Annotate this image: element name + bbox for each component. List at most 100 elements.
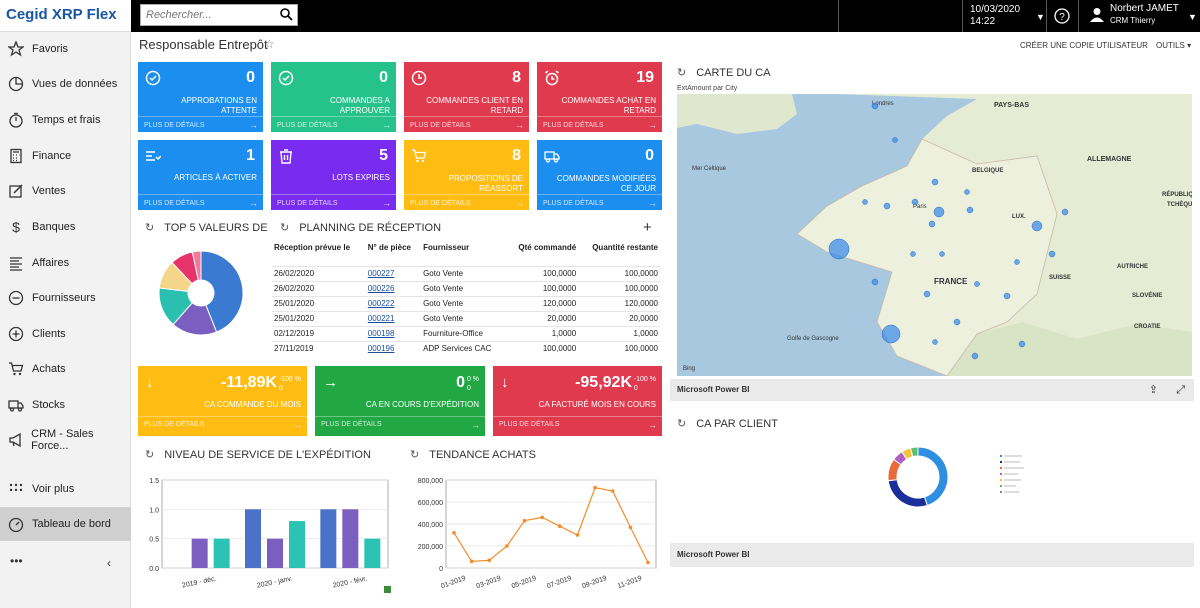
arrow-right-icon[interactable]: → — [249, 120, 258, 130]
sidebar-item-vues-de-donnees[interactable]: Vues de données — [0, 67, 131, 101]
data-point[interactable] — [646, 560, 650, 565]
help-icon[interactable]: ? — [1054, 8, 1070, 24]
bar[interactable] — [364, 538, 381, 568]
map-bubble[interactable] — [1061, 208, 1069, 216]
map-bubble[interactable] — [1048, 250, 1056, 258]
kpi-tile[interactable]: 0 COMMANDES MODIFIÉES CE JOUR PLUS DE DÉTAI… — [537, 140, 662, 210]
col-header-fournisseur[interactable]: Fournisseur — [421, 242, 506, 266]
map-bubble[interactable] — [828, 238, 850, 260]
ca-map[interactable]: PAYS-BAS ALLEMAGNE BELGIQUE LUX. FRANCE SUISS… — [677, 94, 1192, 376]
bar[interactable] — [320, 509, 337, 568]
map-bubble[interactable] — [871, 278, 879, 286]
table-row[interactable]: 27/11/2019 000196 ADP Services CAC 100,0000… — [272, 340, 660, 356]
more-details-link[interactable]: PLUS DE DÉTAILS — [543, 200, 604, 207]
kpi-tile[interactable]: 5 LOTS EXPIRES PLUS DE DÉTAILS → — [271, 140, 396, 210]
col-header-restante[interactable]: Quantité restante — [578, 242, 660, 266]
expand-icon[interactable]: ⤢ — [1176, 379, 1185, 401]
sidebar-item-achats[interactable]: Achats — [0, 352, 131, 386]
sidebar-item-temps-et-frais[interactable]: Temps et frais — [0, 103, 131, 137]
map-bubble[interactable] — [931, 178, 939, 186]
kpi-tile[interactable]: 8 COMMANDES CLIENT EN RETARD PLUS DE DÉTAIL… — [404, 62, 529, 132]
kpi-tile[interactable]: 0 COMMANDES A APPROUVER PLUS DE DÉTAILS → — [271, 62, 396, 132]
kpi-tile[interactable]: 0 APPROBATIONS EN ATTENTE PLUS DE DÉTAILS → — [138, 62, 263, 132]
more-details-link[interactable]: PLUS DE DÉTAILS — [144, 122, 205, 129]
app-logo[interactable]: Cegid XRP Flex — [0, 0, 131, 32]
map-bubble[interactable] — [964, 189, 970, 195]
map-bubble[interactable] — [939, 251, 945, 257]
data-point[interactable] — [593, 485, 597, 490]
add-icon[interactable]: + — [643, 219, 652, 236]
chevron-down-icon[interactable]: ▼ — [1036, 12, 1045, 22]
arrow-right-icon[interactable]: → — [382, 198, 391, 208]
sidebar-item-crm-sales-force[interactable]: CRM - Sales Force... — [0, 423, 131, 457]
data-point[interactable] — [575, 533, 580, 537]
map-bubble[interactable] — [910, 251, 916, 257]
kpi-tile[interactable]: 19 COMMANDES ACHAT EN RETARD PLUS DE DÉTAIL… — [537, 62, 662, 132]
col-header-reception[interactable]: Réception prévue le — [272, 242, 366, 266]
data-point[interactable] — [469, 559, 474, 564]
arrow-right-icon[interactable]: → — [471, 420, 480, 430]
map-bubble[interactable] — [871, 102, 879, 110]
refresh-icon[interactable]: ↻ — [677, 417, 686, 430]
data-point[interactable] — [452, 531, 456, 535]
sidebar-item-voir-plus[interactable]: Voir plus — [0, 472, 131, 506]
table-row[interactable]: 25/01/2020 000221 Goto Vente 20,0000 20,0000 — [272, 310, 660, 326]
piece-link[interactable]: 000226 — [368, 284, 395, 293]
refresh-icon[interactable]: ↻ — [145, 221, 154, 234]
arrow-right-icon[interactable]: → — [293, 420, 302, 430]
data-point[interactable] — [522, 518, 527, 523]
sidebar-item-tableau-de-bord[interactable]: Tableau de bord — [0, 507, 131, 541]
data-point[interactable] — [610, 489, 615, 493]
bar[interactable] — [267, 538, 283, 568]
map-bubble[interactable] — [1031, 220, 1043, 232]
map-bubble[interactable] — [1003, 292, 1011, 300]
chevron-down-icon[interactable]: ▼ — [1188, 12, 1197, 22]
data-point[interactable] — [540, 515, 544, 520]
chart-export-icon[interactable] — [384, 586, 391, 593]
arrow-right-icon[interactable]: → — [648, 420, 657, 430]
more-details-link[interactable]: PLUS DE DÉTAILS — [144, 421, 205, 428]
more-details-link[interactable]: PLUS DE DÉTAILS — [277, 200, 338, 207]
kpi-amount-tile[interactable]: ↓ -11,89K -100 % 0 CA COMMANDE DU MOIS PLUS D… — [138, 366, 307, 436]
arrow-right-icon[interactable]: → — [249, 198, 258, 208]
refresh-icon[interactable]: ↻ — [145, 448, 154, 461]
create-user-copy-button[interactable]: CRÉER UNE COPIE UTILISATEUR — [1020, 41, 1148, 50]
map-bubble[interactable] — [933, 206, 945, 218]
piece-link[interactable]: 000221 — [368, 314, 395, 323]
table-row[interactable]: 02/12/2019 000198 Fourniture-Office 1,0000 1… — [272, 325, 660, 341]
refresh-icon[interactable]: ↻ — [410, 448, 419, 461]
map-bubble[interactable] — [1014, 259, 1020, 265]
bar[interactable] — [245, 509, 261, 568]
favorite-star-icon[interactable]: ☆ — [264, 37, 275, 51]
kpi-tile[interactable]: 8 PROPOSITIONS DE RÉASSORT PLUS DE DÉTAILS → — [404, 140, 529, 210]
map-bubble[interactable] — [1018, 340, 1026, 348]
table-row[interactable]: 26/02/2020 000227 Goto Vente 100,0000 100,00… — [272, 265, 660, 281]
more-details-link[interactable]: PLUS DE DÉTAILS — [410, 122, 471, 129]
piece-link[interactable]: 000227 — [368, 269, 395, 278]
arrow-right-icon[interactable]: → — [515, 198, 524, 208]
more-details-link[interactable]: PLUS DE DÉTAILS — [277, 122, 338, 129]
map-bubble[interactable] — [966, 206, 974, 214]
sidebar-item-favoris[interactable]: Favoris — [0, 32, 131, 66]
bar[interactable] — [342, 509, 359, 568]
map-bubble[interactable] — [928, 220, 936, 228]
more-details-link[interactable]: PLUS DE DÉTAILS — [321, 421, 382, 428]
sidebar-item-affaires[interactable]: Affaires — [0, 246, 131, 280]
kpi-tile[interactable]: 1 ARTICLES À ACTIVER PLUS DE DÉTAILS → — [138, 140, 263, 210]
kpi-amount-tile[interactable]: → 0 0 % 0 CA EN COURS D'EXPÉDITION PLUS DE DÉ… — [315, 366, 485, 436]
sidebar-item-finance[interactable]: Finance — [0, 139, 131, 173]
sidebar-item-fournisseurs[interactable]: Fournisseurs — [0, 281, 131, 315]
search-icon[interactable] — [280, 8, 293, 21]
refresh-icon[interactable]: ↻ — [677, 66, 686, 79]
user-icon[interactable] — [1090, 7, 1104, 23]
arrow-right-icon[interactable]: → — [382, 120, 391, 130]
sidebar-item-stocks[interactable]: Stocks — [0, 388, 131, 422]
map-bubble[interactable] — [932, 339, 938, 345]
data-point[interactable] — [487, 558, 492, 563]
bar[interactable] — [213, 538, 230, 568]
search-input[interactable] — [141, 5, 271, 25]
map-bubble[interactable] — [923, 290, 931, 298]
data-point[interactable] — [558, 524, 562, 528]
pie-slice[interactable] — [887, 479, 928, 508]
sidebar-more-dots[interactable]: ••• — [10, 554, 23, 568]
